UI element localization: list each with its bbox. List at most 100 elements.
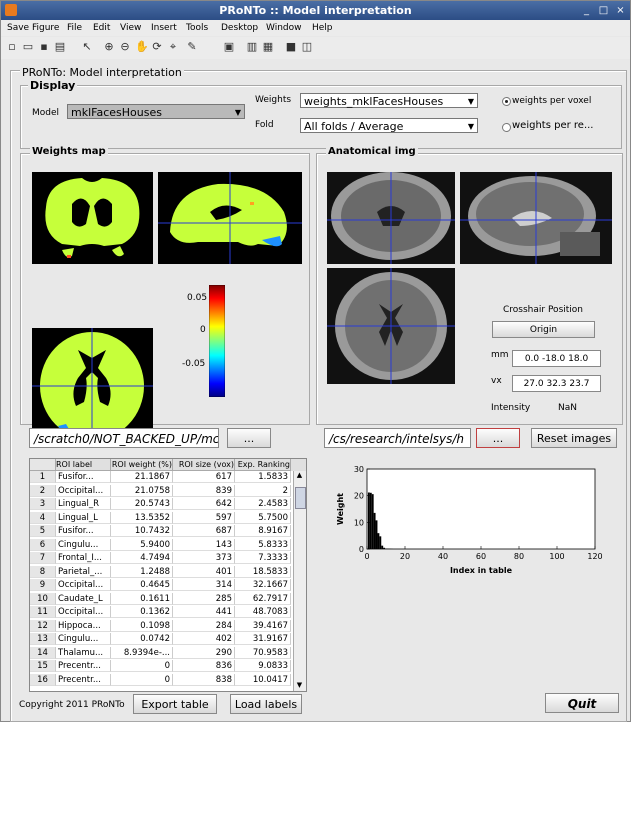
table-cell[interactable]: Hippoca... [56, 619, 111, 632]
table-cell[interactable]: 0.1362 [111, 606, 173, 618]
table-cell[interactable]: 402 [173, 633, 235, 645]
table-cell[interactable]: 838 [173, 673, 235, 686]
anatomical-image-path-field[interactable]: /cs/research/intelsys/h [324, 428, 471, 448]
table-cell[interactable]: 8.9394e-... [111, 646, 173, 659]
minimize-icon[interactable]: _ [580, 4, 593, 17]
hide-plot-tools-icon[interactable]: ■ [285, 41, 297, 53]
new-file-icon[interactable]: ▫ [6, 41, 18, 53]
table-cell[interactable]: 18.5833 [235, 565, 291, 578]
table-row[interactable]: 13 Cingulu... 0.0742 402 31.9167 [30, 633, 306, 645]
table-cell[interactable]: Parietal_... [56, 565, 111, 578]
menu-edit[interactable]: Edit [93, 23, 110, 33]
table-cell[interactable]: Occipital... [56, 606, 111, 618]
table-row[interactable]: 15 Precentr... 0 836 9.0833 [30, 660, 306, 672]
table-cell[interactable]: 284 [173, 619, 235, 632]
menu-file[interactable]: File [67, 23, 82, 33]
table-cell[interactable]: 2.4583 [235, 498, 291, 510]
table-row[interactable]: 11 Occipital... 0.1362 441 48.7083 [30, 606, 306, 618]
menu-tools[interactable]: Tools [186, 23, 208, 33]
menu-help[interactable]: Help [312, 23, 333, 33]
anatomical-axial-view[interactable] [327, 268, 455, 384]
table-cell[interactable]: 10.7432 [111, 525, 173, 537]
table-scrollbar[interactable]: ▲ ▼ [293, 471, 306, 691]
load-labels-button[interactable]: Load labels [230, 694, 302, 714]
table-cell[interactable]: 836 [173, 660, 235, 672]
table-cell[interactable]: 401 [173, 565, 235, 578]
column-header[interactable]: ROI weight (%) [111, 459, 173, 471]
weights-browse-button[interactable]: ... [227, 428, 271, 448]
weights-per-voxel-radio[interactable] [502, 97, 511, 106]
table-cell[interactable]: Frontal_I... [56, 552, 111, 564]
data-cursor-icon[interactable]: ⌖ [167, 41, 179, 53]
table-cell[interactable]: 32.1667 [235, 579, 291, 591]
table-cell[interactable]: Lingual_R [56, 498, 111, 510]
show-plot-tools-icon[interactable]: ◫ [301, 41, 313, 53]
table-row[interactable]: 5 Fusifor... 10.7432 687 8.9167 [30, 525, 306, 537]
pointer-icon[interactable]: ↖ [81, 41, 93, 53]
table-row[interactable]: 14 Thalamu... 8.9394e-... 290 70.9583 [30, 646, 306, 659]
table-cell[interactable]: 0 [111, 673, 173, 686]
open-folder-icon[interactable]: ▭ [22, 41, 34, 53]
table-cell[interactable]: 441 [173, 606, 235, 618]
scrollbar-thumb[interactable] [295, 487, 306, 509]
table-row[interactable]: 9 Occipital... 0.4645 314 32.1667 [30, 579, 306, 591]
table-cell[interactable]: Cingulu... [56, 633, 111, 645]
table-cell[interactable]: 21.0758 [111, 484, 173, 497]
quit-button[interactable]: Quit [545, 693, 619, 713]
table-row[interactable]: 2 Occipital... 21.0758 839 2 [30, 484, 306, 497]
table-row[interactable]: 1 Fusifor... 21.1867 617 1.5833 [30, 471, 306, 483]
rotate-icon[interactable]: ⟳ [151, 41, 163, 53]
zoom-out-icon[interactable]: ⊖ [119, 41, 131, 53]
table-cell[interactable]: 4.7494 [111, 552, 173, 564]
table-row[interactable]: 10 Caudate_L 0.1611 285 62.7917 [30, 592, 306, 605]
table-cell[interactable]: Cingulu... [56, 538, 111, 551]
vx-coordinates-field[interactable]: 27.0 32.3 23.7 [512, 375, 601, 392]
weights-select[interactable]: weights_mklFacesHouses ▼ [300, 93, 478, 108]
link-plot-icon[interactable]: ▣ [223, 41, 235, 53]
weights-sagittal-view[interactable] [158, 172, 302, 264]
table-cell[interactable]: 373 [173, 552, 235, 564]
table-cell[interactable]: 2 [235, 484, 291, 497]
table-cell[interactable]: 7.3333 [235, 552, 291, 564]
table-cell[interactable]: 1.2488 [111, 565, 173, 578]
menu-desktop[interactable]: Desktop [221, 23, 258, 33]
table-row[interactable]: 7 Frontal_I... 4.7494 373 7.3333 [30, 552, 306, 564]
brush-icon[interactable]: ✎ [186, 41, 198, 53]
weights-coronal-view[interactable] [32, 172, 153, 264]
maximize-icon[interactable]: □ [597, 4, 610, 17]
table-cell[interactable]: 617 [173, 471, 235, 483]
table-cell[interactable]: 13.5352 [111, 511, 173, 524]
menu-view[interactable]: View [120, 23, 141, 33]
table-cell[interactable]: 839 [173, 484, 235, 497]
table-cell[interactable]: 1.5833 [235, 471, 291, 483]
table-cell[interactable]: Precentr... [56, 660, 111, 672]
close-icon[interactable]: × [614, 4, 627, 17]
export-table-button[interactable]: Export table [133, 694, 217, 714]
column-header[interactable]: ROI label [56, 459, 111, 471]
table-row[interactable]: 3 Lingual_R 20.5743 642 2.4583 [30, 498, 306, 510]
table-cell[interactable]: 642 [173, 498, 235, 510]
table-cell[interactable]: 31.9167 [235, 633, 291, 645]
table-cell[interactable]: Fusifor... [56, 471, 111, 483]
pan-icon[interactable]: ✋ [135, 41, 149, 53]
table-cell[interactable]: 5.7500 [235, 511, 291, 524]
table-cell[interactable]: 0.1611 [111, 592, 173, 605]
table-cell[interactable]: 0.1098 [111, 619, 173, 632]
table-cell[interactable]: Lingual_L [56, 511, 111, 524]
table-cell[interactable]: 687 [173, 525, 235, 537]
anatomical-sagittal-view[interactable] [460, 172, 612, 264]
table-cell[interactable]: 39.4167 [235, 619, 291, 632]
table-cell[interactable]: 70.9583 [235, 646, 291, 659]
table-cell[interactable]: 9.0833 [235, 660, 291, 672]
menu-window[interactable]: Window [266, 23, 302, 33]
table-cell[interactable]: Thalamu... [56, 646, 111, 659]
table-row[interactable]: 8 Parietal_... 1.2488 401 18.5833 [30, 565, 306, 578]
weights-per-region-radio[interactable] [502, 123, 511, 132]
table-cell[interactable]: 5.9400 [111, 538, 173, 551]
roi-table[interactable]: ROI label ROI weight (%) ROI size (vox) … [29, 458, 307, 692]
table-cell[interactable]: 0.4645 [111, 579, 173, 591]
table-cell[interactable]: Occipital... [56, 484, 111, 497]
weights-axial-view[interactable] [32, 328, 153, 444]
fold-select[interactable]: All folds / Average ▼ [300, 118, 478, 133]
column-header[interactable]: Exp. Ranking [235, 459, 291, 471]
